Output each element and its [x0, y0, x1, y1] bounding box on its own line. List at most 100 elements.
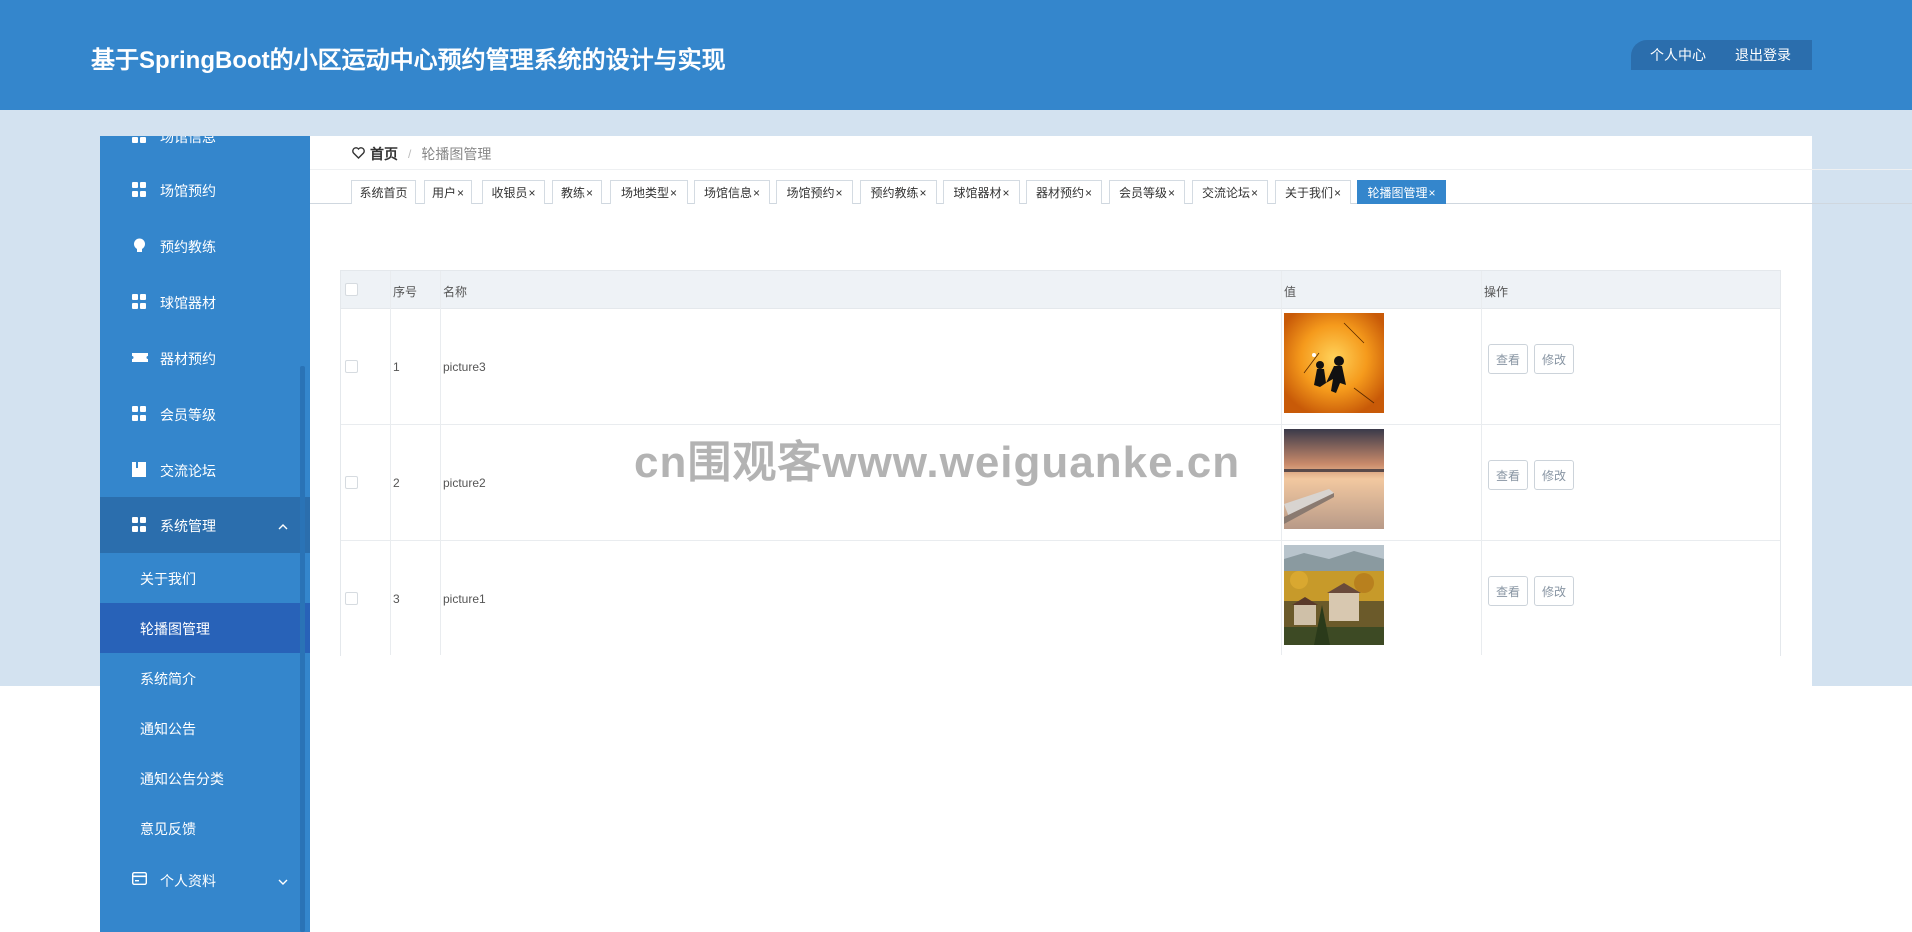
sidebar-item-venue-info[interactable]: 场馆信息 — [100, 136, 310, 164]
tab-label: 场地类型 — [620, 186, 669, 200]
close-icon[interactable]: × — [1334, 186, 1341, 200]
breadcrumb: 首页 / 轮播图管理 — [352, 144, 491, 164]
tab-venue-booking[interactable]: 场馆预约 × — [776, 180, 853, 204]
tab-coach[interactable]: 教练 × — [552, 180, 602, 204]
close-icon[interactable]: × — [457, 186, 464, 200]
sidebar-item-equipment[interactable]: 球馆器材 — [100, 274, 310, 330]
sidebar-item-label: 场馆信息 — [160, 136, 216, 145]
tab-users[interactable]: 用户 × — [424, 180, 472, 204]
tab-label: 关于我们 — [1284, 186, 1333, 200]
tab-label: 器材预约 — [1035, 186, 1084, 200]
logout-button[interactable]: 退出登录 — [1735, 45, 1791, 65]
edit-button[interactable]: 修改 — [1534, 576, 1574, 606]
sidebar-item-label: 个人资料 — [160, 873, 216, 889]
orange-silhouette-image[interactable] — [1284, 313, 1384, 413]
row-checkbox[interactable] — [345, 476, 358, 489]
row-name: picture2 — [443, 476, 486, 490]
view-button[interactable]: 查看 — [1488, 344, 1528, 374]
sidebar-group-system[interactable]: 系统管理 — [100, 497, 310, 553]
column-divider — [1481, 271, 1482, 655]
sidebar-subitem-label: 关于我们 — [140, 571, 196, 587]
edit-button[interactable]: 修改 — [1534, 344, 1574, 374]
breadcrumb-home[interactable]: 首页 — [370, 144, 398, 164]
grid-icon — [132, 517, 147, 532]
sidebar-item-member-level[interactable]: 会员等级 — [100, 386, 310, 442]
sidebar-item-coach-booking[interactable]: 预约教练 — [100, 218, 310, 274]
sidebar-subitem-label: 意见反馈 — [140, 821, 196, 837]
book-icon — [132, 462, 147, 477]
close-icon[interactable]: × — [836, 186, 843, 200]
grid-icon — [132, 406, 147, 421]
ticket-icon — [132, 350, 148, 365]
sidebar-subitem-feedback[interactable]: 意见反馈 — [100, 803, 310, 853]
sidebar-subitem-notice[interactable]: 通知公告 — [100, 703, 310, 753]
select-all-checkbox[interactable] — [345, 283, 358, 296]
column-header-name[interactable]: 名称 — [443, 283, 467, 300]
tab-equipment-booking[interactable]: 器材预约 × — [1026, 180, 1102, 204]
heart-icon — [352, 146, 365, 162]
view-button[interactable]: 查看 — [1488, 576, 1528, 606]
tab-forum[interactable]: 交流论坛 × — [1192, 180, 1268, 204]
tab-cashier[interactable]: 收银员 × — [482, 180, 545, 204]
tab-member-level[interactable]: 会员等级 × — [1109, 180, 1185, 204]
sidebar-subitem-intro[interactable]: 系统简介 — [100, 653, 310, 703]
sidebar-item-label: 器材预约 — [160, 351, 216, 367]
row-index: 3 — [393, 592, 400, 606]
tab-carousel[interactable]: 轮播图管理 × — [1357, 180, 1446, 204]
breadcrumb-separator: / — [408, 147, 412, 161]
sidebar-scrollbar[interactable] — [300, 366, 305, 932]
table-row: 1 picture3 查看 修改 — [341, 309, 1780, 425]
chevron-down-icon — [278, 874, 288, 885]
row-checkbox[interactable] — [345, 592, 358, 605]
tab-home[interactable]: 系统首页 — [351, 180, 416, 204]
tab-equipment[interactable]: 球馆器材 × — [943, 180, 1020, 204]
row-name: picture1 — [443, 592, 486, 606]
tab-venue-info[interactable]: 场馆信息 × — [694, 180, 770, 204]
close-icon[interactable]: × — [1003, 186, 1010, 200]
tab-field-type[interactable]: 场地类型 × — [610, 180, 688, 204]
column-divider — [390, 271, 391, 655]
watermark-text: cn围观客www.weiguanke.cn — [634, 438, 1241, 487]
breadcrumb-current: 轮播图管理 — [421, 146, 492, 162]
autumn-village-image[interactable] — [1284, 545, 1384, 645]
close-icon[interactable]: × — [670, 186, 677, 200]
close-icon[interactable]: × — [1085, 186, 1092, 200]
sunset-lake-pier-image[interactable] — [1284, 429, 1384, 529]
sidebar-item-equipment-booking[interactable]: 器材预约 — [100, 330, 310, 386]
column-header-actions: 操作 — [1484, 285, 1509, 299]
close-icon[interactable]: × — [1429, 186, 1436, 200]
sidebar-subitem-label: 轮播图管理 — [140, 621, 210, 637]
sidebar-subitem-notice-category[interactable]: 通知公告分类 — [100, 753, 310, 803]
tab-about[interactable]: 关于我们 × — [1275, 180, 1351, 204]
sidebar-item-forum[interactable]: 交流论坛 — [100, 442, 310, 498]
row-index: 2 — [393, 476, 400, 490]
grid-icon — [132, 294, 147, 309]
column-divider — [1281, 271, 1282, 655]
close-icon[interactable]: × — [1251, 186, 1258, 200]
grid-icon — [132, 182, 147, 197]
close-icon[interactable]: × — [920, 186, 927, 200]
close-icon[interactable]: × — [1168, 186, 1175, 200]
sidebar-item-label: 交流论坛 — [160, 463, 216, 479]
view-button[interactable]: 查看 — [1488, 460, 1528, 490]
tab-label: 轮播图管理 — [1367, 186, 1428, 200]
sidebar-item-label: 场馆预约 — [160, 183, 216, 199]
sidebar-item-venue-booking[interactable]: 场馆预约 — [100, 162, 310, 218]
profile-center-button[interactable]: 个人中心 — [1650, 45, 1706, 65]
close-icon[interactable]: × — [753, 186, 760, 200]
tab-label: 球馆器材 — [953, 186, 1002, 200]
sidebar-subitem-about[interactable]: 关于我们 — [100, 553, 310, 603]
close-icon[interactable]: × — [529, 186, 536, 200]
sidebar-group-profile[interactable]: 个人资料 — [100, 852, 310, 908]
sidebar-item-label: 会员等级 — [160, 407, 216, 423]
sidebar-subitem-carousel[interactable]: 轮播图管理 — [100, 603, 310, 653]
row-name: picture3 — [443, 360, 486, 374]
column-header-value[interactable]: 值 — [1284, 283, 1296, 300]
close-icon[interactable]: × — [586, 186, 593, 200]
tab-label: 系统首页 — [359, 186, 408, 200]
edit-button[interactable]: 修改 — [1534, 460, 1574, 490]
table-header: 序号 名称 值 操作 — [341, 271, 1780, 309]
row-checkbox[interactable] — [345, 360, 358, 373]
tab-coach-booking[interactable]: 预约教练 × — [860, 180, 937, 204]
column-header-index[interactable]: 序号 — [393, 283, 417, 300]
